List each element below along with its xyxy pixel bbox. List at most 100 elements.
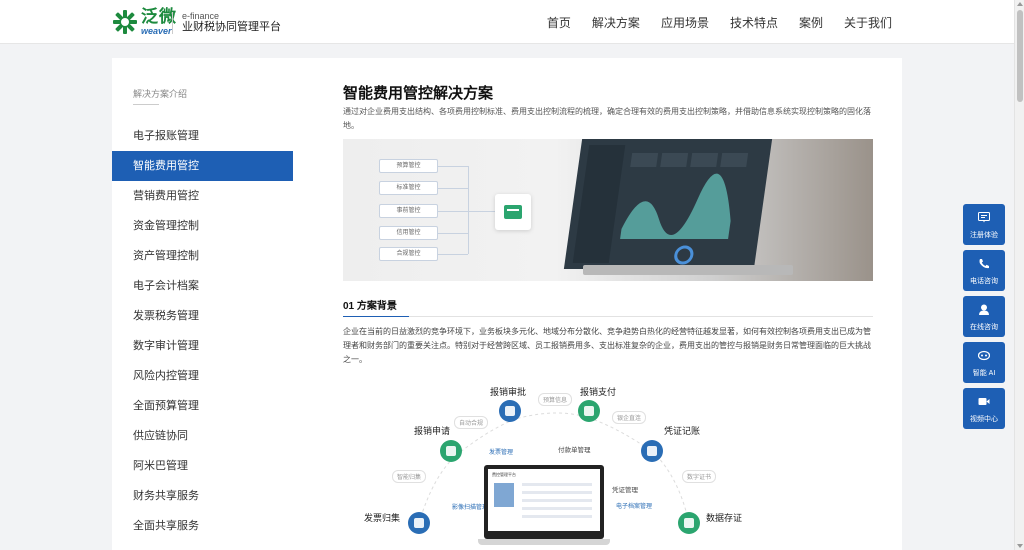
sidebar-list: 电子报账管理 智能费用管控 营销费用管控 资金管理控制 资产管理控制 电子会计档… <box>112 121 314 541</box>
online-consult-button[interactable]: 在线咨询 <box>963 296 1005 337</box>
flow-node-label: 报销支付 <box>580 387 617 397</box>
sidebar-item-asset-management[interactable]: 资产管理控制 <box>112 241 293 271</box>
flow-pill: 预算信息 <box>538 393 573 406</box>
nav-home[interactable]: 首页 <box>547 14 571 31</box>
monitor-title: 费控管理平台 <box>492 472 516 477</box>
scroll-down-arrow-icon[interactable] <box>1017 544 1023 548</box>
hero-connector <box>438 233 468 234</box>
sub-brand-cn: 业财税协同管理平台 <box>182 21 281 34</box>
flow-node-label: 数据存证 <box>706 513 743 523</box>
phone-consult-button[interactable]: 电话咨询 <box>963 250 1005 291</box>
top-navbar: 泛微 weaver e-finance 业财税协同管理平台 首页 解决方案 应用… <box>0 0 1014 44</box>
flow-note: 发票管理 <box>489 450 514 456</box>
sidebar-item-fund-management[interactable]: 资金管理控制 <box>112 211 293 241</box>
laptop-base-illustration <box>583 265 793 275</box>
logo-mark-icon <box>112 9 138 35</box>
register-icon <box>978 212 990 223</box>
flow-note: 凭证管理 <box>612 487 638 494</box>
monitor-chart-icon <box>494 483 514 507</box>
voucher-node-icon <box>641 440 663 462</box>
sidebar-item-digital-audit[interactable]: 数字审计管理 <box>112 331 293 361</box>
wallet-card-icon <box>495 194 531 230</box>
float-label: 在线咨询 <box>970 324 998 331</box>
section-divider <box>343 316 873 317</box>
hero-tag: 预算管控 <box>379 159 438 173</box>
float-label: 智能 AI <box>972 370 996 377</box>
brand-divider <box>172 12 173 34</box>
hero-connector <box>468 166 469 254</box>
chat-icon <box>979 304 989 315</box>
nav-about[interactable]: 关于我们 <box>844 14 892 31</box>
platform-monitor-illustration: 费控管理平台 <box>478 465 610 545</box>
reimbursement-flow-diagram: 报销审批 报销支付 报销申请 凭证记账 发票归集 数据存证 预算信息 自动合规 … <box>344 378 874 550</box>
flow-note: 影像扫描管理 <box>452 505 489 511</box>
flow-pill: 银企直连 <box>612 411 647 424</box>
scroll-up-arrow-icon[interactable] <box>1017 2 1023 6</box>
hero-connector <box>468 211 496 212</box>
float-label: 注册体验 <box>970 232 998 239</box>
sidebar-item-expense-reimbursement[interactable]: 电子报账管理 <box>112 121 293 151</box>
application-node-icon <box>440 440 462 462</box>
ai-icon <box>978 350 990 361</box>
flow-pill: 自动合规 <box>454 416 489 429</box>
data-storage-node-icon <box>678 512 700 534</box>
page-scrollbar[interactable] <box>1014 0 1024 550</box>
scrollbar-thumb[interactable] <box>1017 10 1023 102</box>
solutions-sidebar: 解决方案介绍 电子报账管理 智能费用管控 营销费用管控 资金管理控制 资产管理控… <box>112 58 314 550</box>
nav-scenarios[interactable]: 应用场景 <box>661 14 709 31</box>
sidebar-item-invoice-tax[interactable]: 发票税务管理 <box>112 301 293 331</box>
sidebar-item-marketing-expense[interactable]: 营销费用管控 <box>112 181 293 211</box>
video-icon <box>978 398 990 405</box>
flow-node-label: 报销审批 <box>490 387 527 397</box>
sidebar-item-e-archive[interactable]: 电子会计档案 <box>112 271 293 301</box>
register-trial-button[interactable]: 注册体验 <box>963 204 1005 245</box>
nav-cases[interactable]: 案例 <box>799 14 823 31</box>
smart-ai-button[interactable]: 智能 AI <box>963 342 1005 383</box>
section-title-background: 01 方案背景 <box>343 301 397 312</box>
float-label: 视频中心 <box>970 416 998 423</box>
flow-pill: 智能归集 <box>392 470 427 483</box>
hero-banner-image: 预算管控 标准管控 事前管控 信用管控 合规管控 <box>343 139 873 281</box>
flow-node-label: 报销申请 <box>414 426 451 436</box>
sidebar-item-smart-expense-control[interactable]: 智能费用管控 <box>112 151 293 181</box>
payment-node-icon <box>578 400 600 422</box>
flow-pill: 数字证书 <box>682 470 717 483</box>
dashboard-laptop-illustration <box>563 139 773 269</box>
sidebar-item-risk-control[interactable]: 风险内控管理 <box>112 361 293 391</box>
approval-node-icon <box>499 400 521 422</box>
sidebar-item-full-shared[interactable]: 全面共享服务 <box>112 511 293 541</box>
sub-brand-en: e-finance <box>182 11 220 21</box>
flow-note: 电子档案管理 <box>616 504 653 510</box>
hero-connector <box>438 166 468 167</box>
main-nav: 首页 解决方案 应用场景 技术特点 案例 关于我们 <box>526 0 892 44</box>
hero-tag: 事前管控 <box>379 204 438 218</box>
sidebar-item-finance-shared[interactable]: 财务共享服务 <box>112 481 293 511</box>
invoice-node-icon <box>408 512 430 534</box>
sub-brand: e-finance 业财税协同管理平台 <box>182 11 281 34</box>
nav-solutions[interactable]: 解决方案 <box>592 14 640 31</box>
flow-node-label: 发票归集 <box>364 513 401 523</box>
hero-tag: 合规管控 <box>379 247 438 261</box>
nav-features[interactable]: 技术特点 <box>730 14 778 31</box>
flow-node-label: 凭证记账 <box>664 426 701 436</box>
brand-logo[interactable]: 泛微 weaver <box>112 8 177 36</box>
section-body-text: 企业在当前的日益激烈的竞争环境下，业务板块多元化、地域分布分散化、竞争趋势白热化… <box>343 327 871 364</box>
video-center-button[interactable]: 视频中心 <box>963 388 1005 429</box>
page-description: 通过对企业费用支出结构、各项费用控制标准、费用支出控制流程的梳理，确定合理有效的… <box>343 107 871 130</box>
float-label: 电话咨询 <box>970 278 998 285</box>
hero-connector <box>438 254 468 255</box>
floating-contact-panel: 注册体验 电话咨询 在线咨询 智能 AI 视频中心 <box>963 204 1005 434</box>
sidebar-item-supply-chain[interactable]: 供应链协同 <box>112 421 293 451</box>
page-title: 智能费用管控解决方案 <box>343 85 494 102</box>
sidebar-heading-divider <box>133 104 159 105</box>
flow-note: 付款单管理 <box>558 447 591 454</box>
hero-tag: 标准管控 <box>379 181 438 195</box>
main-content: 智能费用管控解决方案 通过对企业费用支出结构、各项费用控制标准、费用支出控制流程… <box>314 58 902 550</box>
sidebar-heading: 解决方案介绍 <box>133 89 188 99</box>
hero-connector <box>438 211 468 212</box>
hero-connector <box>438 188 468 189</box>
sidebar-item-budget[interactable]: 全面预算管理 <box>112 391 293 421</box>
hero-tag: 信用管控 <box>379 226 438 240</box>
sidebar-item-amoeba[interactable]: 阿米巴管理 <box>112 451 293 481</box>
phone-icon <box>979 259 989 269</box>
